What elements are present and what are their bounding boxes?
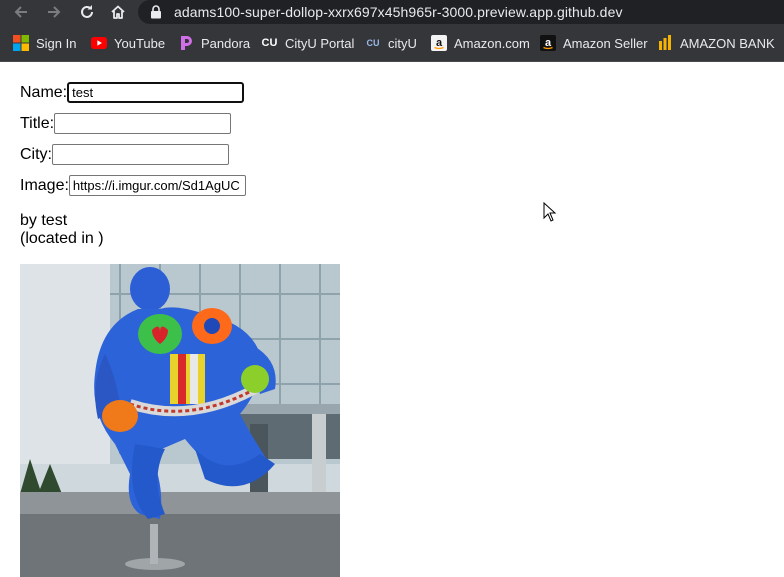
title-input[interactable] [54, 113, 232, 134]
bookmark-label: Amazon Seller [563, 35, 648, 51]
image-url-input[interactable] [68, 175, 246, 196]
home-icon [111, 5, 125, 19]
city-input[interactable] [52, 144, 229, 165]
home-button[interactable] [106, 1, 130, 23]
svg-text:a: a [545, 37, 552, 49]
image-label: Image: [20, 176, 69, 194]
bookmark-youtube[interactable]: YouTube [91, 34, 165, 52]
title-label: Title: [20, 114, 55, 132]
bookmark-cityu[interactable]: CU cityU [365, 34, 417, 52]
bookmark-amazon-seller[interactable]: a Amazon Seller [540, 34, 648, 52]
location-line: (located in ) [20, 230, 104, 247]
city-row: City: [20, 144, 229, 165]
lock-icon [151, 5, 161, 19]
bookmark-label: YouTube [114, 35, 166, 51]
author-line: by test [20, 212, 68, 229]
preview-caption: by test (located in ) [20, 212, 104, 248]
arrow-right-icon [48, 6, 61, 18]
pandora-icon [178, 35, 194, 51]
svg-text:a: a [436, 37, 443, 49]
cityu-icon: CU [261, 37, 278, 49]
arrow-left-icon [14, 6, 27, 18]
bookmark-label: Amazon.com [454, 35, 530, 51]
bookmark-sign-in[interactable]: Sign In [13, 34, 76, 52]
name-label: Name: [20, 83, 68, 101]
page-content: Name: Title: City: Image: by test (locat… [0, 62, 784, 577]
reload-button[interactable] [75, 1, 99, 23]
reload-icon [81, 5, 93, 18]
bookmark-label: CityU Portal [285, 35, 355, 51]
bookmark-label: Pandora [201, 35, 251, 51]
bookmark-cityu-portal[interactable]: CU CityU Portal [261, 34, 355, 52]
bookmark-label: Sign In [36, 35, 77, 51]
amazon-icon: a [431, 35, 447, 51]
name-input[interactable] [67, 82, 245, 103]
name-row: Name: [20, 82, 245, 103]
bookmark-pandora[interactable]: Pandora [178, 34, 250, 52]
browser-toolbar: adams100-super-dollop-xxrx697x45h965r-30… [0, 0, 784, 25]
bookmark-label: AMAZON BANK [680, 35, 775, 51]
cityu-small-icon: CU [366, 38, 380, 48]
address-bar[interactable]: adams100-super-dollop-xxrx697x45h965r-30… [138, 0, 784, 24]
sculpture-image [20, 264, 340, 577]
url-text: adams100-super-dollop-xxrx697x45h965r-30… [174, 4, 623, 20]
youtube-icon [91, 35, 107, 51]
image-row: Image: [20, 175, 246, 196]
back-button[interactable] [9, 1, 33, 23]
bookmark-amazon-bank[interactable]: AMAZON BANK [657, 34, 775, 52]
city-label: City: [20, 145, 52, 163]
bank-icon [657, 35, 673, 51]
mouse-cursor-icon [543, 202, 557, 222]
title-row: Title: [20, 113, 232, 134]
bookmarks-bar: Sign In YouTube Pandora CU CityU Portal … [0, 25, 784, 62]
microsoft-icon [13, 35, 29, 51]
forward-button[interactable] [42, 1, 66, 23]
bookmark-amazon[interactable]: a Amazon.com [431, 34, 530, 52]
bookmark-label: cityU [388, 35, 417, 51]
amazon-icon: a [540, 35, 556, 51]
